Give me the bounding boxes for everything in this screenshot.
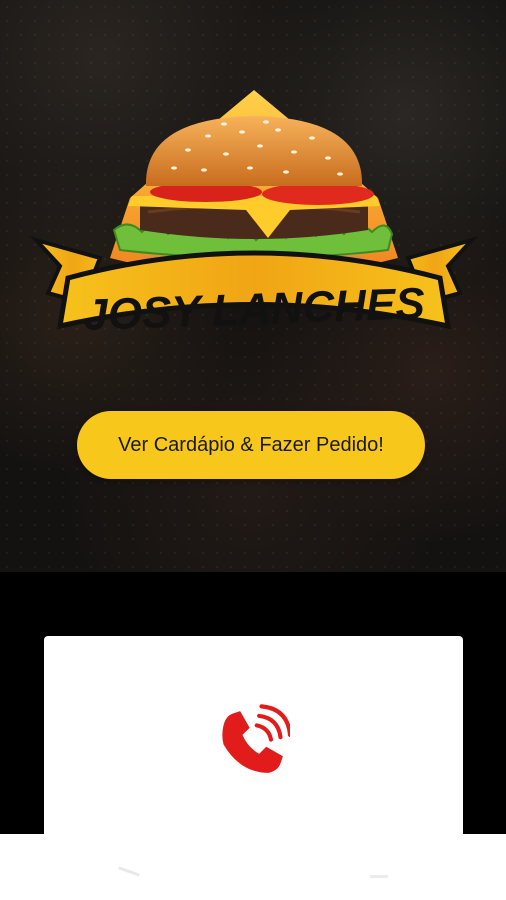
decor-mark <box>370 875 388 878</box>
phone-call-button[interactable] <box>210 700 294 784</box>
hero-background: JOSY LANCHES Ver Cardápio & Fazer Pedido… <box>0 0 506 572</box>
view-menu-order-button[interactable]: Ver Cardápio & Fazer Pedido! <box>77 411 425 479</box>
phone-call-icon <box>222 704 290 773</box>
brand-logo: JOSY LANCHES <box>28 88 480 373</box>
